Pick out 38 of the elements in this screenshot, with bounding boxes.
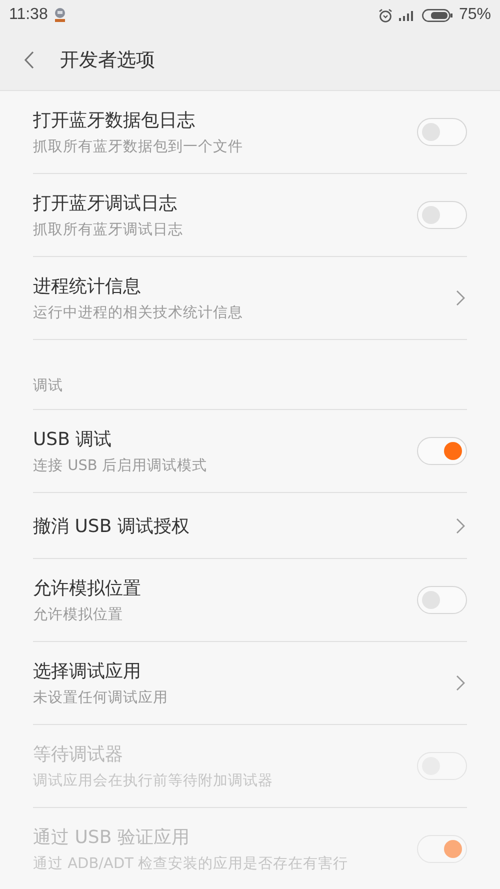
- row-title: 进程统计信息: [33, 275, 142, 298]
- settings-row[interactable]: 打开蓝牙数据包日志 抓取所有蓝牙数据包到一个文件: [33, 91, 467, 174]
- row-subtitle: 连接 USB 后启用调试模式: [33, 456, 207, 475]
- alarm-icon: [378, 8, 393, 22]
- toggle-switch[interactable]: [417, 201, 467, 229]
- settings-row[interactable]: 允许模拟位置 允许模拟位置: [33, 559, 467, 642]
- toggle-switch[interactable]: [417, 586, 467, 614]
- row-title: USB 调试: [33, 428, 113, 451]
- row-title: 等待调试器: [33, 743, 124, 766]
- settings-row[interactable]: 选择调试应用 未设置任何调试应用: [33, 642, 467, 725]
- toggle-switch[interactable]: [417, 437, 467, 465]
- row-subtitle: 抓取所有蓝牙调试日志: [33, 221, 183, 239]
- robot-icon: [54, 7, 66, 23]
- row-subtitle: 运行中进程的相关技术统计信息: [33, 304, 243, 322]
- settings-row[interactable]: 打开蓝牙调试日志 抓取所有蓝牙调试日志: [33, 174, 467, 257]
- settings-row[interactable]: USB 调试 连接 USB 后启用调试模式: [33, 410, 467, 493]
- clock-time: 11:38: [9, 6, 48, 24]
- toggle-switch[interactable]: [417, 118, 467, 146]
- chevron-icon: [456, 290, 465, 306]
- row-title: 撤消 USB 调试授权: [33, 514, 190, 538]
- row-subtitle: 抓取所有蓝牙数据包到一个文件: [33, 138, 243, 156]
- back-icon: [24, 51, 34, 69]
- section-header: 调试: [33, 340, 467, 410]
- chevron-icon: [456, 518, 465, 534]
- row-title: 通过 USB 验证应用: [33, 826, 190, 849]
- signal-icon: [398, 10, 416, 20]
- settings-row[interactable]: 撤消 USB 调试授权: [33, 493, 467, 559]
- row-subtitle: 未设置任何调试应用: [33, 688, 168, 707]
- battery-icon: [422, 8, 453, 22]
- row-title: 选择调试应用: [33, 660, 142, 683]
- settings-row[interactable]: 进程统计信息 运行中进程的相关技术统计信息: [33, 257, 467, 340]
- chevron-icon: [456, 675, 465, 691]
- battery-percent: 75%: [458, 6, 491, 24]
- row-title: 打开蓝牙数据包日志: [33, 109, 196, 132]
- page-title: 开发者选项: [60, 48, 155, 73]
- row-title: 打开蓝牙调试日志: [33, 192, 178, 215]
- row-title: 允许模拟位置: [33, 577, 141, 600]
- row-subtitle: 允许模拟位置: [33, 606, 124, 624]
